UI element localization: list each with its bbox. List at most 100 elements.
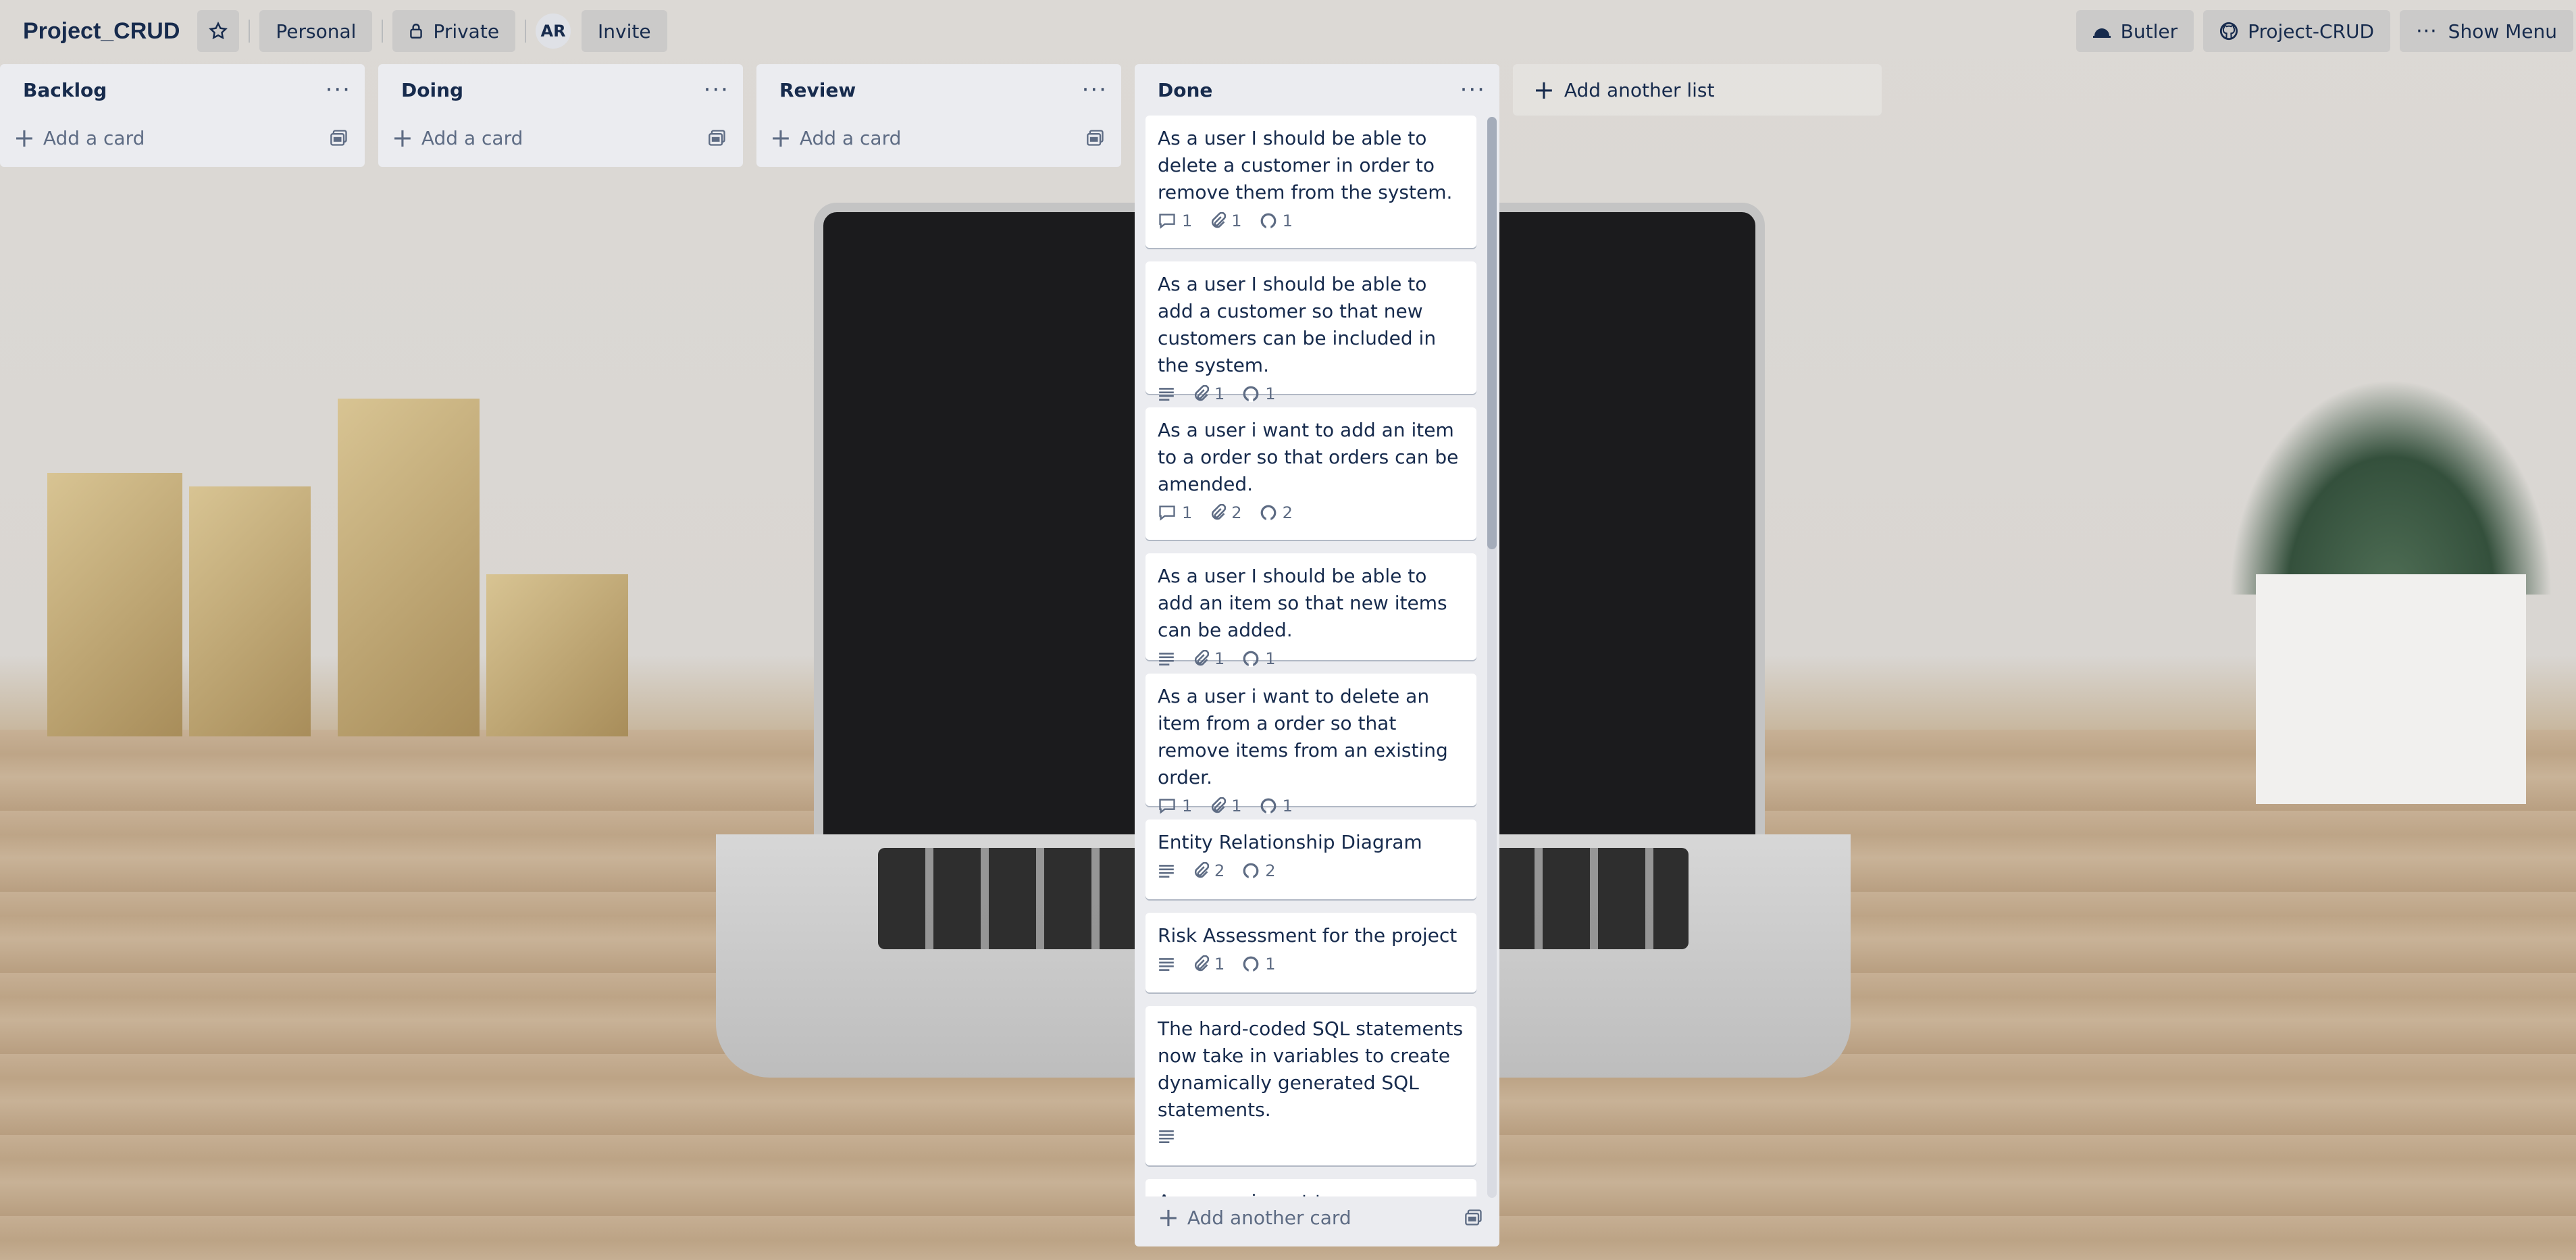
header-separator — [525, 20, 527, 43]
add-another-card-button[interactable]: + Add another card — [1135, 1195, 1499, 1240]
card[interactable]: Risk Assessment for the project 1 1 — [1145, 913, 1476, 992]
comment-icon — [1159, 505, 1175, 521]
add-card-label: Add a card — [43, 126, 145, 149]
show-menu-label: Show Menu — [2448, 20, 2557, 43]
star-button[interactable] — [197, 10, 240, 52]
card[interactable]: The hard-coded SQL statements now take i… — [1145, 1006, 1476, 1165]
description-badge — [1158, 386, 1175, 401]
plus-icon: + — [770, 123, 792, 153]
github-badge: 1 — [1242, 649, 1276, 668]
list-menu-icon[interactable]: ··· — [704, 76, 729, 103]
card[interactable]: As a user i want to ... — [1145, 1179, 1476, 1196]
description-icon — [1159, 865, 1174, 878]
github-label: Project-CRUD — [2248, 20, 2375, 43]
list-review: Review ··· + Add a card — [756, 64, 1121, 167]
add-card-button[interactable]: + Add a card — [378, 116, 743, 160]
plant-pot-background — [2256, 574, 2526, 804]
attachments-badge: 1 — [1210, 797, 1242, 815]
list-scrollbar-thumb[interactable] — [1487, 117, 1497, 549]
visibility-label: Private — [433, 20, 500, 43]
card-title: As a user I should be able to add an ite… — [1158, 565, 1447, 641]
show-menu-button[interactable]: ··· Show Menu — [2400, 10, 2573, 52]
card-badges: 1 1 — [1158, 384, 1464, 403]
list-menu-icon[interactable]: ··· — [326, 76, 351, 103]
attachments-badge: 1 — [1193, 955, 1225, 974]
comments-count: 1 — [1182, 797, 1193, 815]
list-header: Done ··· — [1135, 64, 1499, 116]
card-title: As a user I should be able to delete a c… — [1158, 127, 1453, 203]
paperclip-icon — [1194, 955, 1209, 972]
github-icon — [1243, 386, 1259, 402]
comments-count: 1 — [1182, 503, 1193, 522]
star-icon — [209, 21, 228, 40]
card-title: As a user i want to delete an item from … — [1158, 685, 1448, 788]
card[interactable]: As a user I should be able to add an ite… — [1145, 553, 1476, 668]
card[interactable]: Entity Relationship Diagram 2 2 — [1145, 820, 1476, 899]
list-title[interactable]: Done — [1158, 79, 1212, 101]
card[interactable]: As a user i want to delete an item from … — [1145, 674, 1476, 815]
list-scrollbar[interactable] — [1487, 117, 1497, 1198]
github-badge: 2 — [1260, 503, 1293, 522]
card[interactable]: As a user i want to add an item to a ord… — [1145, 407, 1476, 540]
member-avatar[interactable]: AR — [536, 14, 571, 49]
card[interactable]: As a user I should be able to add a cust… — [1145, 261, 1476, 403]
list-menu-icon[interactable]: ··· — [1460, 76, 1486, 103]
card-badges: 2 2 — [1158, 861, 1464, 880]
github-icon — [1243, 956, 1259, 972]
paperclip-icon — [1194, 385, 1209, 401]
gold-vase-background — [486, 574, 628, 736]
comments-badge: 1 — [1158, 797, 1192, 815]
list-header: Backlog ··· — [0, 64, 365, 116]
card-template-icon[interactable] — [1086, 129, 1105, 147]
attachments-count: 1 — [1231, 211, 1242, 230]
list-header: Doing ··· — [378, 64, 743, 116]
github-count: 2 — [1265, 861, 1276, 880]
plus-icon: + — [14, 123, 35, 153]
github-count: 2 — [1282, 503, 1293, 522]
add-card-button[interactable]: + Add a card — [756, 116, 1121, 160]
visibility-button[interactable]: Private — [392, 10, 516, 52]
attachments-badge: 2 — [1210, 503, 1242, 522]
list-menu-icon[interactable]: ··· — [1082, 76, 1108, 103]
card-title: The hard-coded SQL statements now take i… — [1158, 1017, 1464, 1121]
card-template-icon[interactable] — [708, 129, 727, 147]
header-separator — [249, 20, 251, 43]
card[interactable]: As a user I should be able to delete a c… — [1145, 116, 1476, 248]
add-card-button[interactable]: + Add a card — [0, 116, 365, 160]
github-badge: 1 — [1260, 797, 1293, 815]
card-badges — [1158, 1129, 1464, 1144]
card-template-icon[interactable] — [330, 129, 349, 147]
card-template-icon[interactable] — [1464, 1209, 1483, 1226]
butler-icon — [2092, 28, 2111, 38]
invite-button[interactable]: Invite — [582, 10, 667, 52]
list-title[interactable]: Doing — [401, 79, 463, 101]
github-icon — [1260, 798, 1276, 814]
attachments-count: 2 — [1231, 503, 1242, 522]
comment-icon — [1159, 799, 1175, 814]
attachments-count: 1 — [1214, 955, 1225, 974]
paperclip-icon — [1212, 797, 1227, 813]
description-icon — [1159, 388, 1174, 401]
description-icon — [1159, 653, 1174, 665]
card-title: As a user I should be able to add a cust… — [1158, 273, 1437, 376]
add-list-button[interactable]: + Add another list — [1513, 64, 1882, 116]
attachments-badge: 2 — [1193, 861, 1225, 880]
card-badges: 1 1 1 — [1158, 797, 1464, 815]
butler-button[interactable]: Butler — [2076, 10, 2194, 52]
comments-badge: 1 — [1158, 503, 1192, 522]
description-icon — [1159, 958, 1174, 971]
attachments-badge: 1 — [1210, 211, 1242, 230]
card-badges: 1 1 1 — [1158, 211, 1464, 230]
workspace-button[interactable]: Personal — [259, 10, 373, 52]
list-done: Done ··· As a user I should be able to d… — [1135, 64, 1499, 1246]
github-powerup-button[interactable]: Project-CRUD — [2203, 10, 2391, 52]
attachments-count: 1 — [1214, 384, 1225, 403]
card-list: As a user I should be able to delete a c… — [1135, 116, 1499, 1196]
list-title[interactable]: Review — [779, 79, 856, 101]
more-icon: ··· — [2416, 19, 2438, 43]
github-badge: 1 — [1242, 384, 1276, 403]
board-title[interactable]: Project_CRUD — [18, 18, 185, 45]
github-badge: 2 — [1242, 861, 1276, 880]
attachments-count: 1 — [1214, 649, 1225, 668]
list-title[interactable]: Backlog — [23, 79, 107, 101]
